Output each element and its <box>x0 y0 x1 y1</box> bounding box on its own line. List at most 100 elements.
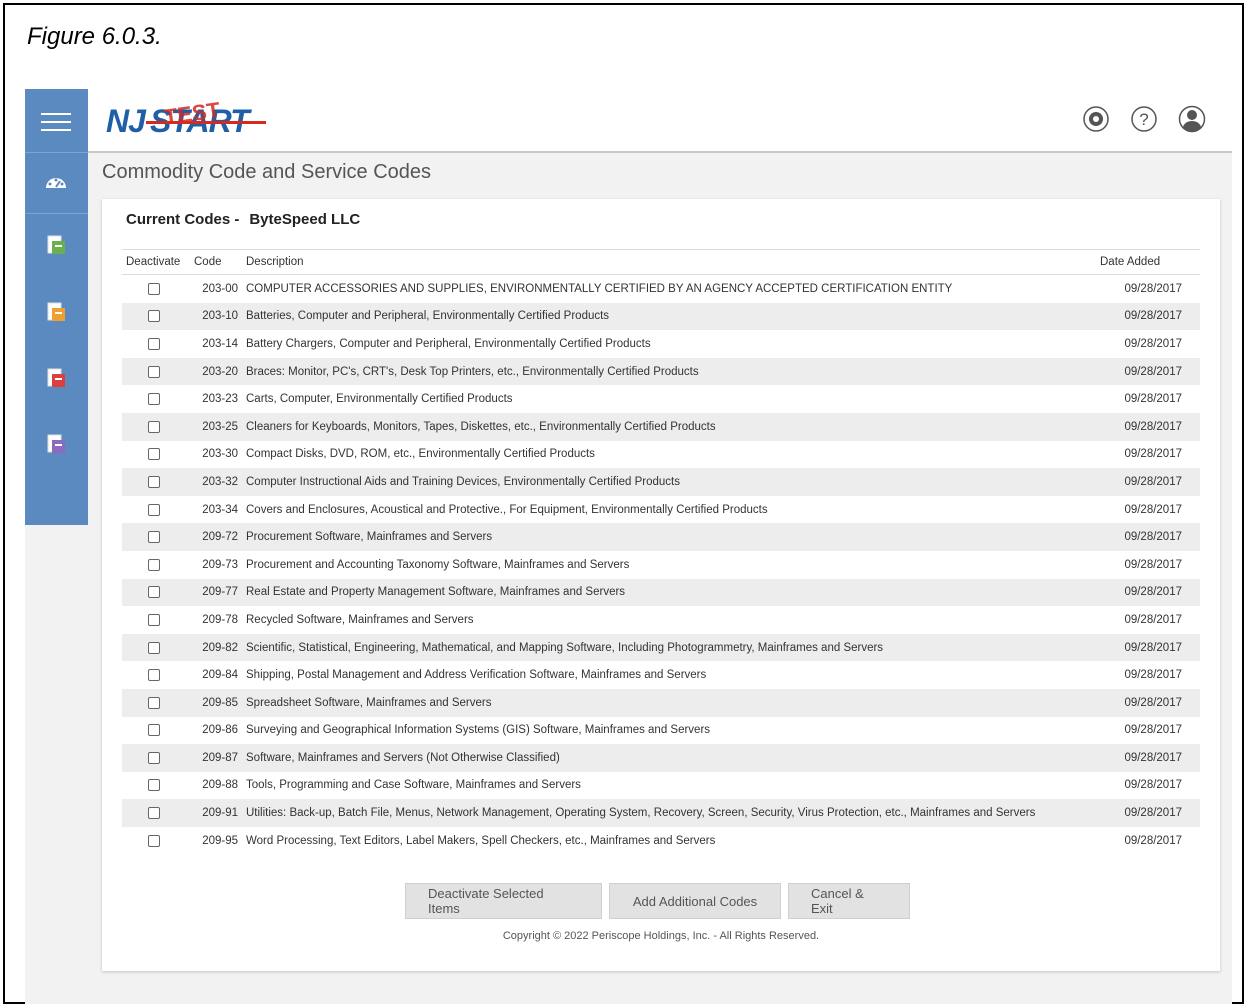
description-cell: Braces: Monitor, PC's, CRT's, Desk Top P… <box>242 357 1096 386</box>
deactivate-checkbox[interactable] <box>148 503 160 516</box>
deactivate-checkbox[interactable] <box>148 337 160 350</box>
date-added-cell: 09/28/2017 <box>1124 503 1182 516</box>
date-added-cell: 09/28/2017 <box>1124 282 1182 295</box>
deactivate-checkbox[interactable] <box>148 641 160 654</box>
code-cell: 209-82 <box>190 633 242 662</box>
deactivate-cell <box>122 385 190 413</box>
deactivate-cell <box>122 827 190 855</box>
date-added-cell: 09/28/2017 <box>1096 633 1200 662</box>
date-added-cell: 09/28/2017 <box>1124 669 1182 682</box>
deactivate-cell <box>122 661 190 689</box>
purple-document-icon[interactable] <box>44 432 68 456</box>
deactivate-selected-button[interactable]: Deactivate Selected Items <box>405 883 602 919</box>
add-additional-codes-button[interactable]: Add Additional Codes <box>609 883 781 919</box>
deactivate-checkbox[interactable] <box>148 724 160 737</box>
dashboard-icon[interactable] <box>44 171 68 195</box>
deactivate-checkbox[interactable] <box>148 393 160 406</box>
gear-icon[interactable] <box>1082 105 1110 133</box>
deactivate-cell <box>122 496 190 524</box>
description-cell: Cleaners for Keyboards, Monitors, Tapes,… <box>242 412 1096 441</box>
date-added-cell: 09/28/2017 <box>1096 302 1200 331</box>
table-row: 209-82 Scientific, Statistical, Engineeri… <box>122 633 1200 662</box>
deactivate-cell <box>122 330 190 358</box>
njstart-logo[interactable]: NJ START TEST <box>106 97 281 139</box>
table-row: 209-95 Word Processing, Text Editors, Lab… <box>122 827 1200 855</box>
action-buttons: Deactivate Selected Items Add Additional… <box>405 883 910 919</box>
copyright-text: Copyright © 2022 Periscope Holdings, Inc… <box>502 930 820 942</box>
code-cell: 209-95 <box>202 834 238 847</box>
description-cell: Procurement and Accounting Taxonomy Soft… <box>246 558 630 571</box>
vendor-name: ByteSpeed LLC <box>249 211 361 228</box>
code-cell: 209-85 <box>190 688 242 717</box>
deactivate-checkbox[interactable] <box>148 558 160 571</box>
table-row: 203-20 Braces: Monitor, PC's, CRT's, Desk… <box>122 357 1200 386</box>
code-column-header: Code <box>190 249 242 275</box>
table-row: 209-86 Surveying and Geographical Informa… <box>122 717 1200 745</box>
green-document-icon[interactable] <box>44 233 68 257</box>
codes-card: Current Codes - ByteSpeed LLC Deactivate … <box>102 199 1220 971</box>
deactivate-cell <box>122 606 190 634</box>
table-row: 209-85 Spreadsheet Software, Mainframes a… <box>122 688 1200 717</box>
deactivate-checkbox[interactable] <box>148 365 160 378</box>
description-cell: Word Processing, Text Editors, Label Mak… <box>246 834 716 847</box>
user-icon[interactable] <box>1178 105 1206 133</box>
deactivate-checkbox[interactable] <box>148 586 160 599</box>
code-cell: 203-32 <box>190 468 242 496</box>
deactivate-cell <box>122 688 190 717</box>
deactivate-column-header: Deactivate <box>122 249 190 275</box>
deactivate-checkbox[interactable] <box>148 448 160 461</box>
hamburger-icon[interactable] <box>41 113 71 133</box>
deactivate-cell <box>122 302 190 331</box>
code-cell: 209-88 <box>202 779 238 792</box>
description-cell: Compact Disks, DVD, ROM, etc., Environme… <box>246 448 595 461</box>
table-row: 203-23 Carts, Computer, Environmentally C… <box>122 385 1200 413</box>
description-cell: Spreadsheet Software, Mainframes and Ser… <box>242 688 1096 717</box>
description-cell: Battery Chargers, Computer and Periphera… <box>246 337 651 350</box>
deactivate-checkbox[interactable] <box>148 531 160 544</box>
date-added-cell: 09/28/2017 <box>1124 834 1182 847</box>
deactivate-checkbox[interactable] <box>148 669 160 682</box>
date-added-cell: 09/28/2017 <box>1124 724 1182 737</box>
logo-nj-text: NJ <box>106 103 146 139</box>
table-row: 209-77 Real Estate and Property Managemen… <box>122 578 1200 607</box>
deactivate-checkbox[interactable] <box>148 310 160 323</box>
deactivate-checkbox[interactable] <box>148 475 160 488</box>
date-added-cell: 09/28/2017 <box>1096 578 1200 607</box>
code-cell: 203-14 <box>202 337 238 350</box>
red-document-icon[interactable] <box>44 366 68 390</box>
sidebar-divider <box>25 152 88 153</box>
page-title: Commodity Code and Service Codes <box>102 161 432 183</box>
figure-caption: Figure 6.0.3. <box>27 23 162 50</box>
deactivate-checkbox[interactable] <box>148 779 160 792</box>
deactivate-checkbox[interactable] <box>148 807 160 820</box>
date-added-cell: 09/28/2017 <box>1124 779 1182 792</box>
deactivate-cell <box>122 275 190 303</box>
date-added-cell: 09/28/2017 <box>1096 468 1200 496</box>
sidebar <box>25 89 88 525</box>
help-icon[interactable]: ? <box>1130 105 1158 133</box>
orange-document-icon[interactable] <box>44 300 68 324</box>
deactivate-checkbox[interactable] <box>148 420 160 433</box>
current-codes-label: Current Codes - <box>126 211 240 228</box>
date-added-cell: 09/28/2017 <box>1096 523 1200 551</box>
description-cell: Real Estate and Property Management Soft… <box>242 578 1096 607</box>
table-row: 203-34 Covers and Enclosures, Acoustical … <box>122 496 1200 524</box>
code-cell: 209-86 <box>202 724 238 737</box>
deactivate-checkbox[interactable] <box>148 282 160 295</box>
deactivate-checkbox[interactable] <box>148 834 160 847</box>
code-cell: 203-20 <box>190 357 242 386</box>
deactivate-checkbox[interactable] <box>148 751 160 764</box>
code-cell: 209-84 <box>202 669 238 682</box>
description-cell: Computer Instructional Aids and Training… <box>242 468 1096 496</box>
deactivate-checkbox[interactable] <box>148 613 160 626</box>
description-cell: Covers and Enclosures, Acoustical and Pr… <box>246 503 768 516</box>
cancel-exit-button[interactable]: Cancel & Exit <box>788 883 910 919</box>
deactivate-cell <box>122 523 190 551</box>
code-cell: 209-91 <box>190 799 242 827</box>
date-added-cell: 09/28/2017 <box>1124 558 1182 571</box>
description-cell: Shipping, Postal Management and Address … <box>246 669 707 682</box>
date-added-cell: 09/28/2017 <box>1096 412 1200 441</box>
code-cell: 203-00 <box>202 282 238 295</box>
date-added-cell: 09/28/2017 <box>1124 448 1182 461</box>
deactivate-checkbox[interactable] <box>148 696 160 709</box>
